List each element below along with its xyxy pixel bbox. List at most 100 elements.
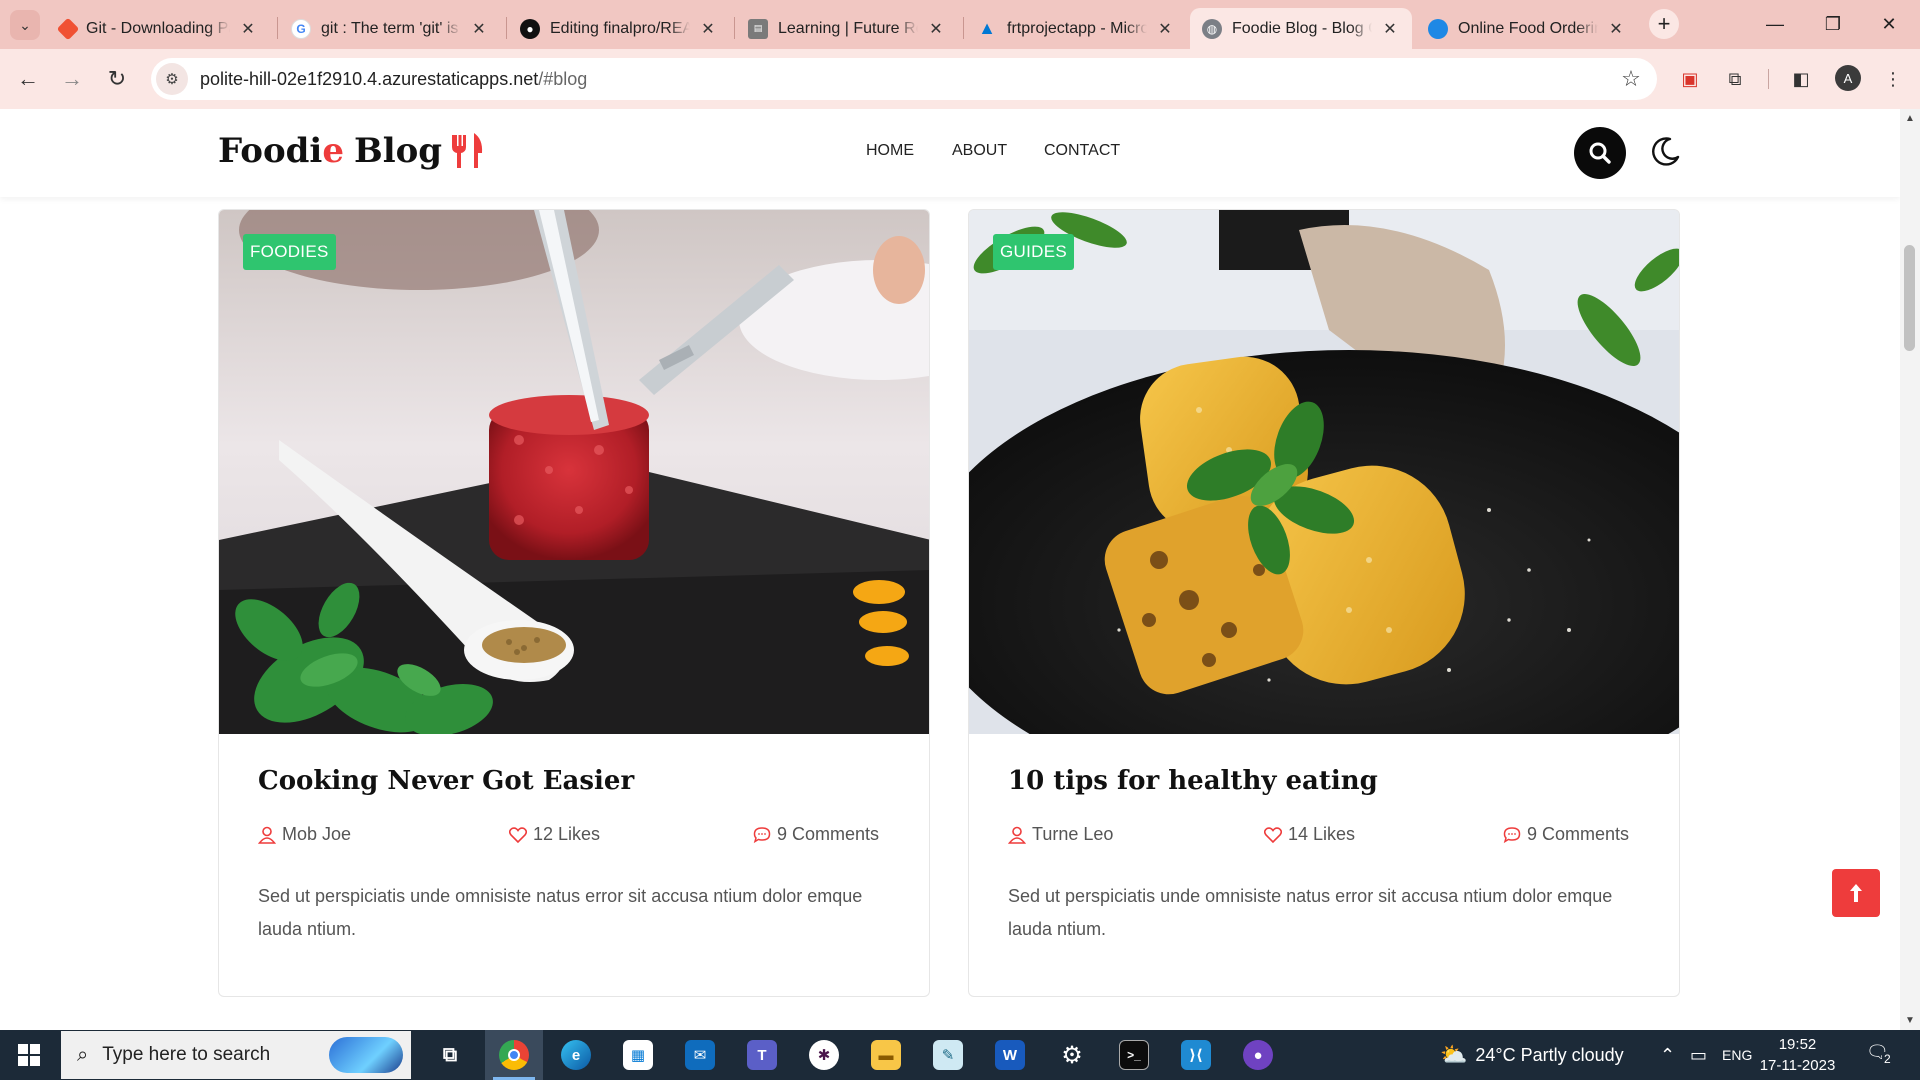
site-search-button[interactable] xyxy=(1574,127,1626,179)
category-badge[interactable]: GUIDES xyxy=(993,234,1074,270)
toolbar-divider xyxy=(1768,69,1769,89)
back-button[interactable]: ← xyxy=(12,63,44,95)
post-likes[interactable]: 14 Likes xyxy=(1264,824,1355,845)
taskbar-terminal[interactable]: >_ xyxy=(1105,1030,1163,1080)
more-menu-icon[interactable]: ⋮ xyxy=(1877,63,1909,95)
side-panel-icon[interactable]: ◧ xyxy=(1785,63,1817,95)
github-favicon-icon: ● xyxy=(520,18,540,39)
browser-tab-active[interactable]: ◍ Foodie Blog - Blog Grid ✕ xyxy=(1190,8,1412,49)
address-bar[interactable]: ⚙ polite-hill-02e1f2910.4.azurestaticapp… xyxy=(151,58,1657,100)
taskbar-vscode[interactable]: ⟩⟨ xyxy=(1167,1030,1225,1080)
scroll-up-arrow-icon[interactable]: ▲ xyxy=(1905,113,1915,124)
browser-tab[interactable]: ● Editing finalpro/README ✕ xyxy=(508,8,730,49)
notification-center-button[interactable]: 🗨 2 xyxy=(1866,1042,1896,1070)
reload-button[interactable]: ↻ xyxy=(101,63,133,95)
vscode-icon: ⟩⟨ xyxy=(1181,1040,1211,1070)
post-likes[interactable]: 12 Likes xyxy=(509,824,600,845)
arrow-up-icon xyxy=(1850,884,1862,902)
close-tab-icon[interactable]: ✕ xyxy=(698,19,718,39)
battery-icon[interactable]: ▭ xyxy=(1690,1030,1707,1080)
post-title[interactable]: 10 tips for healthy eating xyxy=(1008,766,1378,796)
close-tab-icon[interactable]: ✕ xyxy=(1606,19,1626,39)
forward-button[interactable]: → xyxy=(56,63,88,95)
system-clock[interactable]: 19:52 17-11-2023 xyxy=(1750,1034,1845,1076)
taskbar-edge[interactable]: e xyxy=(547,1030,605,1080)
logo-text-accent: e xyxy=(322,131,344,171)
page-scrollbar[interactable]: ▲ ▼ xyxy=(1900,109,1920,1030)
beef-tartare-image xyxy=(219,210,929,734)
post-image[interactable]: GUIDES xyxy=(969,210,1679,734)
globe-favicon-icon: ◍ xyxy=(1202,18,1222,39)
show-hidden-icons-button[interactable]: ⌃ xyxy=(1660,1030,1675,1080)
category-badge[interactable]: FOODIES xyxy=(243,234,336,270)
clock-date: 17-11-2023 xyxy=(1759,1057,1836,1074)
new-tab-button[interactable]: + xyxy=(1649,9,1679,39)
taskbar-github-desktop[interactable]: ● xyxy=(1229,1030,1287,1080)
taskbar-settings[interactable]: ⚙ xyxy=(1043,1030,1101,1080)
close-tab-icon[interactable]: ✕ xyxy=(469,19,489,39)
github-desktop-icon: ● xyxy=(1243,1040,1273,1070)
post-excerpt: Sed ut perspiciatis unde omnisiste natus… xyxy=(1008,886,1613,939)
browser-tab[interactable]: Online Food Ordering ✕ xyxy=(1416,8,1638,49)
taskbar-notes[interactable]: ✎ xyxy=(919,1030,977,1080)
browser-tab[interactable]: Git - Downloading Package ✕ xyxy=(48,8,270,49)
nav-link-contact[interactable]: CONTACT xyxy=(1044,142,1120,160)
taskbar-mail[interactable]: ✉ xyxy=(671,1030,729,1080)
page-viewport: Foodi e Blog HOME ABOUT CONTACT FOODIES … xyxy=(0,109,1900,1030)
extensions-puzzle-icon[interactable]: ⧉ xyxy=(1719,63,1751,95)
post-image[interactable]: FOODIES xyxy=(219,210,929,734)
close-tab-icon[interactable]: ✕ xyxy=(238,19,258,39)
pocket-extension-icon[interactable]: ▣ xyxy=(1674,63,1706,95)
blog-card[interactable]: FOODIES Cooking Never Got Easier Mob Joe… xyxy=(218,209,930,997)
post-author[interactable]: Turne Leo xyxy=(1008,824,1113,845)
taskbar-search-box[interactable]: ⌕ Type here to search xyxy=(61,1031,411,1079)
post-title[interactable]: Cooking Never Got Easier xyxy=(258,766,634,796)
store-icon: ▦ xyxy=(623,1040,653,1070)
weather-widget[interactable]: ⛅ 24°C Partly cloudy xyxy=(1440,1030,1624,1080)
heart-icon xyxy=(509,826,527,843)
url-path: /#blog xyxy=(538,68,588,89)
site-info-icon[interactable]: ⚙ xyxy=(156,63,188,95)
restore-icon: ❐ xyxy=(1824,13,1842,34)
language-indicator[interactable]: ENG xyxy=(1722,1030,1752,1080)
learning-favicon-icon: ▤ xyxy=(748,18,768,39)
notes-icon: ✎ xyxy=(933,1040,963,1070)
nav-link-about[interactable]: ABOUT xyxy=(952,142,1007,160)
task-view-button[interactable]: ⧉ xyxy=(421,1030,479,1080)
tab-search-button[interactable]: ⌄ xyxy=(10,10,40,40)
close-tab-icon[interactable]: ✕ xyxy=(926,19,946,39)
tab-label: git : The term 'git' is not xyxy=(321,19,461,37)
taskbar-file-explorer[interactable]: ▬ xyxy=(857,1030,915,1080)
start-button[interactable] xyxy=(0,1030,58,1080)
taskbar-chrome[interactable] xyxy=(485,1030,543,1080)
browser-tab[interactable]: G git : The term 'git' is not ✕ xyxy=(279,8,501,49)
taskbar-slack[interactable]: ✱ xyxy=(795,1030,853,1080)
partly-cloudy-icon: ⛅ xyxy=(1440,1042,1468,1067)
nav-link-home[interactable]: HOME xyxy=(866,142,914,160)
scroll-down-arrow-icon[interactable]: ▼ xyxy=(1905,1015,1915,1026)
minimize-button[interactable]: — xyxy=(1752,8,1798,40)
taskbar-teams[interactable]: T xyxy=(733,1030,791,1080)
taskbar-store[interactable]: ▦ xyxy=(609,1030,667,1080)
restore-button[interactable]: ❐ xyxy=(1810,8,1856,40)
browser-tab[interactable]: ▲ frtprojectapp - Microsoft ✕ xyxy=(965,8,1187,49)
heart-icon xyxy=(1264,826,1282,843)
profile-avatar[interactable]: A xyxy=(1835,65,1861,91)
bookmark-star-icon[interactable]: ☆ xyxy=(1615,66,1647,92)
post-comments[interactable]: 9 Comments xyxy=(1503,824,1629,845)
taskbar-word[interactable]: W xyxy=(981,1030,1039,1080)
blog-card[interactable]: GUIDES 10 tips for healthy eating Turne … xyxy=(968,209,1680,997)
post-comments[interactable]: 9 Comments xyxy=(753,824,879,845)
url-text[interactable]: polite-hill-02e1f2910.4.azurestaticapps.… xyxy=(200,69,1615,90)
close-tab-icon[interactable]: ✕ xyxy=(1155,19,1175,39)
word-icon: W xyxy=(995,1040,1025,1070)
back-to-top-button[interactable] xyxy=(1832,869,1880,917)
moon-dark-mode-icon[interactable] xyxy=(1648,135,1682,169)
scrollbar-thumb[interactable] xyxy=(1904,245,1915,351)
site-logo[interactable]: Foodi e Blog xyxy=(218,131,486,171)
tab-separator xyxy=(963,17,964,39)
post-author[interactable]: Mob Joe xyxy=(258,824,351,845)
browser-tab[interactable]: ▤ Learning | Future Ready ✕ xyxy=(736,8,958,49)
close-tab-icon[interactable]: ✕ xyxy=(1380,19,1400,39)
close-window-button[interactable]: ✕ xyxy=(1866,8,1912,40)
